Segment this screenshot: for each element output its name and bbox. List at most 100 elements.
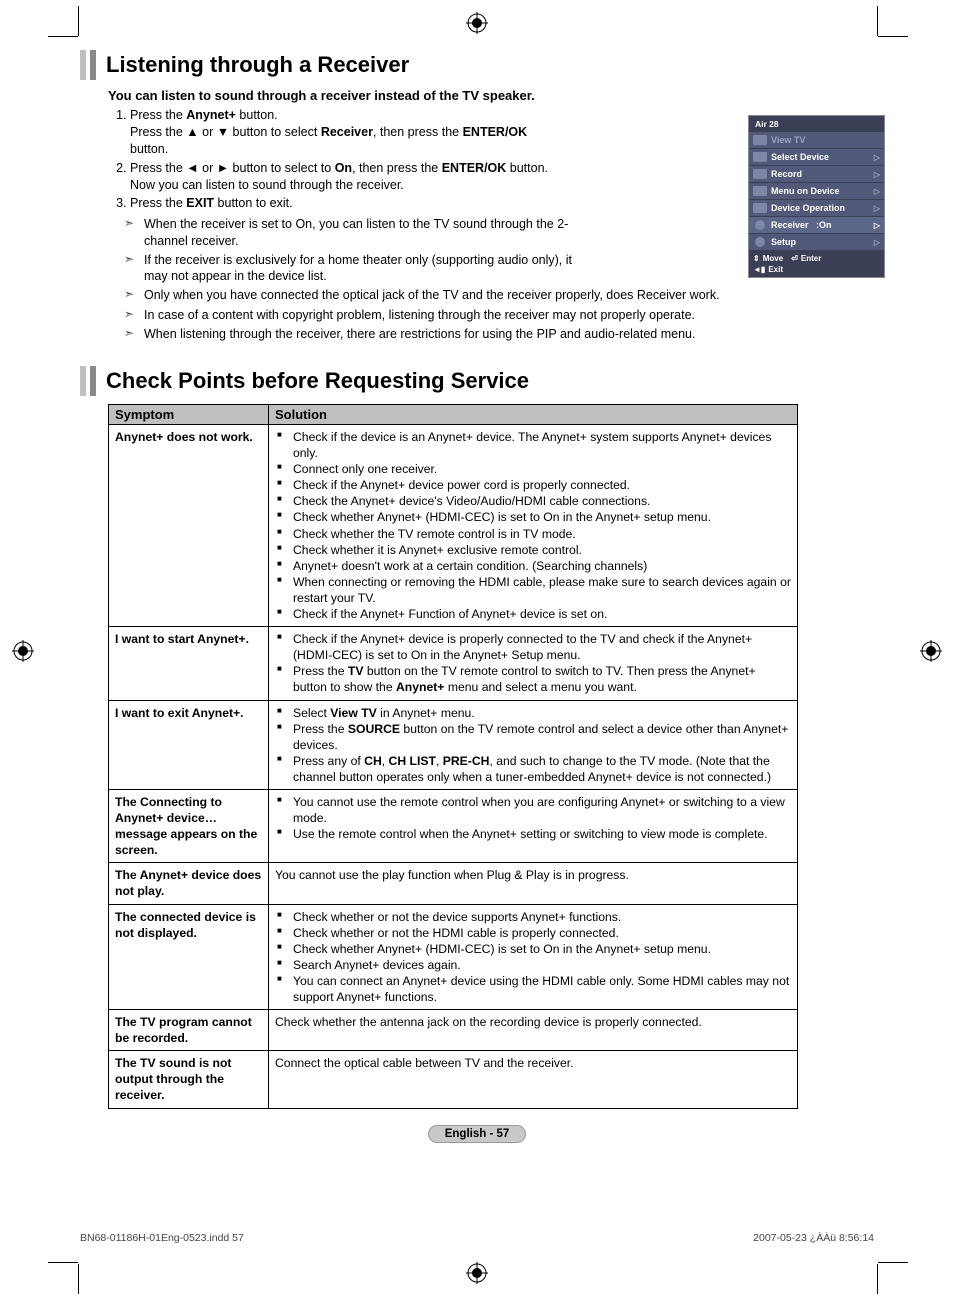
section-subhead: You can listen to sound through a receiv… bbox=[108, 88, 874, 103]
osd-item-view-tv: View TV bbox=[749, 132, 884, 149]
step-item: Press the ◄ or ► button to select to On,… bbox=[130, 160, 560, 194]
solution-item: Check if the device is an Anynet+ device… bbox=[275, 429, 791, 461]
receiver-icon bbox=[755, 220, 765, 230]
chevron-right-icon: ▷ bbox=[874, 204, 880, 213]
chevron-right-icon: ▷ bbox=[874, 170, 880, 179]
symptom-cell: The connected device is not displayed. bbox=[109, 904, 269, 1010]
page-number-badge: English - 57 bbox=[428, 1125, 527, 1143]
osd-item-select-device: Select Device ▷ bbox=[749, 149, 884, 166]
solution-item: Use the remote control when the Anynet+ … bbox=[275, 826, 791, 842]
steps-list: Press the Anynet+ button.Press the ▲ or … bbox=[108, 107, 560, 212]
chevron-right-icon: ▷ bbox=[874, 238, 880, 247]
solution-item: Search Anynet+ devices again. bbox=[275, 957, 791, 973]
registration-mark-right bbox=[920, 640, 942, 662]
note-item: In case of a content with copyright prob… bbox=[124, 307, 874, 323]
crop-line bbox=[48, 1262, 78, 1263]
table-row: I want to start Anynet+.Check if the Any… bbox=[109, 627, 798, 700]
menu-icon bbox=[753, 186, 767, 196]
table-row: The connected device is not displayed. Ch… bbox=[109, 904, 798, 1010]
note-item: Only when you have connected the optical… bbox=[124, 287, 874, 303]
record-icon bbox=[753, 169, 767, 179]
solution-cell: Select View TV in Anynet+ menu.Press the… bbox=[269, 700, 798, 789]
solution-item: Press any of CH, CH LIST, PRE-CH, and su… bbox=[275, 753, 791, 785]
solution-item: You cannot use the remote control when y… bbox=[275, 794, 791, 826]
chevron-right-icon: ▷ bbox=[874, 221, 880, 230]
heading-bars-icon bbox=[80, 366, 96, 396]
symptom-cell: The Connecting to Anynet+ device… messag… bbox=[109, 789, 269, 862]
solution-item: Check whether Anynet+ (HDMI-CEC) is set … bbox=[275, 509, 791, 525]
step-text: Press the EXIT button to exit. bbox=[130, 196, 293, 210]
crop-line bbox=[878, 36, 908, 37]
chevron-right-icon: ▷ bbox=[874, 153, 880, 162]
solution-cell: Check if the Anynet+ device is properly … bbox=[269, 627, 798, 700]
step-text: Press the Anynet+ button.Press the ▲ or … bbox=[130, 108, 527, 156]
section-title: Listening through a Receiver bbox=[106, 52, 409, 78]
section-heading-receiver: Listening through a Receiver bbox=[80, 50, 874, 80]
symptom-cell: I want to start Anynet+. bbox=[109, 627, 269, 700]
osd-item-receiver: Receiver :On ▷ bbox=[749, 217, 884, 234]
crop-line bbox=[48, 36, 78, 37]
section-title: Check Points before Requesting Service bbox=[106, 368, 529, 394]
exit-icon: ◄▮ bbox=[753, 265, 765, 274]
solution-item: Press the SOURCE button on the TV remote… bbox=[275, 721, 791, 753]
osd-panel: Air 28 View TV Select Device ▷ Record ▷ … bbox=[749, 116, 884, 277]
solution-item: Anynet+ doesn't work at a certain condit… bbox=[275, 558, 791, 574]
table-header-symptom: Symptom bbox=[109, 405, 269, 425]
solution-cell: You cannot use the play function when Pl… bbox=[269, 863, 798, 904]
doc-meta-filename: BN68-01186H-01Eng-0523.indd 57 bbox=[80, 1232, 244, 1244]
step-item: Press the EXIT button to exit. bbox=[130, 195, 560, 212]
symptom-cell: The TV program cannot be recorded. bbox=[109, 1010, 269, 1051]
osd-item-device-operation: Device Operation ▷ bbox=[749, 200, 884, 217]
solution-item: You can connect an Anynet+ device using … bbox=[275, 973, 791, 1005]
crop-line bbox=[877, 1264, 878, 1294]
table-row: The Connecting to Anynet+ device… messag… bbox=[109, 789, 798, 862]
solution-item: Check whether or not the device supports… bbox=[275, 909, 791, 925]
table-row: Anynet+ does not work.Check if the devic… bbox=[109, 425, 798, 627]
operation-icon bbox=[753, 203, 767, 213]
table-header-solution: Solution bbox=[269, 405, 798, 425]
table-row: The Anynet+ device does not play.You can… bbox=[109, 863, 798, 904]
solution-item: When connecting or removing the HDMI cab… bbox=[275, 574, 791, 606]
table-row: The TV program cannot be recorded.Check … bbox=[109, 1010, 798, 1051]
solution-cell: Check whether the antenna jack on the re… bbox=[269, 1010, 798, 1051]
crop-line bbox=[78, 6, 79, 36]
note-item: When listening through the receiver, the… bbox=[124, 326, 874, 342]
registration-mark-left bbox=[12, 640, 34, 662]
tv-icon bbox=[753, 135, 767, 145]
solution-item: Check whether it is Anynet+ exclusive re… bbox=[275, 542, 791, 558]
doc-meta-timestamp: 2007-05-23 ¿ÀÀü 8:56:14 bbox=[753, 1232, 874, 1244]
device-icon bbox=[753, 152, 767, 162]
symptom-cell: Anynet+ does not work. bbox=[109, 425, 269, 627]
registration-mark-top bbox=[466, 12, 488, 34]
solution-item: Press the TV button on the TV remote con… bbox=[275, 663, 791, 695]
crop-line bbox=[878, 1262, 908, 1263]
crop-line bbox=[877, 6, 878, 36]
registration-mark-bottom bbox=[466, 1262, 488, 1284]
solution-item: Check whether the TV remote control is i… bbox=[275, 526, 791, 542]
page-content: Listening through a Receiver You can lis… bbox=[80, 50, 874, 1230]
solution-item: Check whether or not the HDMI cable is p… bbox=[275, 925, 791, 941]
solution-item: Check if the Anynet+ device power cord i… bbox=[275, 477, 791, 493]
solution-cell: Connect the optical cable between TV and… bbox=[269, 1051, 798, 1108]
table-row: I want to exit Anynet+.Select View TV in… bbox=[109, 700, 798, 789]
gear-icon bbox=[755, 237, 765, 247]
solution-item: Connect only one receiver. bbox=[275, 461, 791, 477]
enter-icon: ⏎ bbox=[791, 254, 798, 263]
solution-item: Select View TV in Anynet+ menu. bbox=[275, 705, 791, 721]
chevron-right-icon: ▷ bbox=[874, 187, 880, 196]
updown-arrow-icon: ⇕ bbox=[753, 254, 760, 263]
solution-item: Check the Anynet+ device's Video/Audio/H… bbox=[275, 493, 791, 509]
osd-item-setup: Setup ▷ bbox=[749, 234, 884, 251]
table-row: The TV sound is not output through the r… bbox=[109, 1051, 798, 1108]
solution-cell: Check whether or not the device supports… bbox=[269, 904, 798, 1010]
step-item: Press the Anynet+ button.Press the ▲ or … bbox=[130, 107, 560, 158]
crop-line bbox=[78, 1264, 79, 1294]
solution-item: Check if the Anynet+ Function of Anynet+… bbox=[275, 606, 791, 622]
symptom-cell: The TV sound is not output through the r… bbox=[109, 1051, 269, 1108]
osd-item-menu-on-device: Menu on Device ▷ bbox=[749, 183, 884, 200]
osd-item-record: Record ▷ bbox=[749, 166, 884, 183]
solution-item: Check if the Anynet+ device is properly … bbox=[275, 631, 791, 663]
heading-bars-icon bbox=[80, 50, 96, 80]
section-heading-checkpoints: Check Points before Requesting Service bbox=[80, 366, 874, 396]
solution-cell: Check if the device is an Anynet+ device… bbox=[269, 425, 798, 627]
